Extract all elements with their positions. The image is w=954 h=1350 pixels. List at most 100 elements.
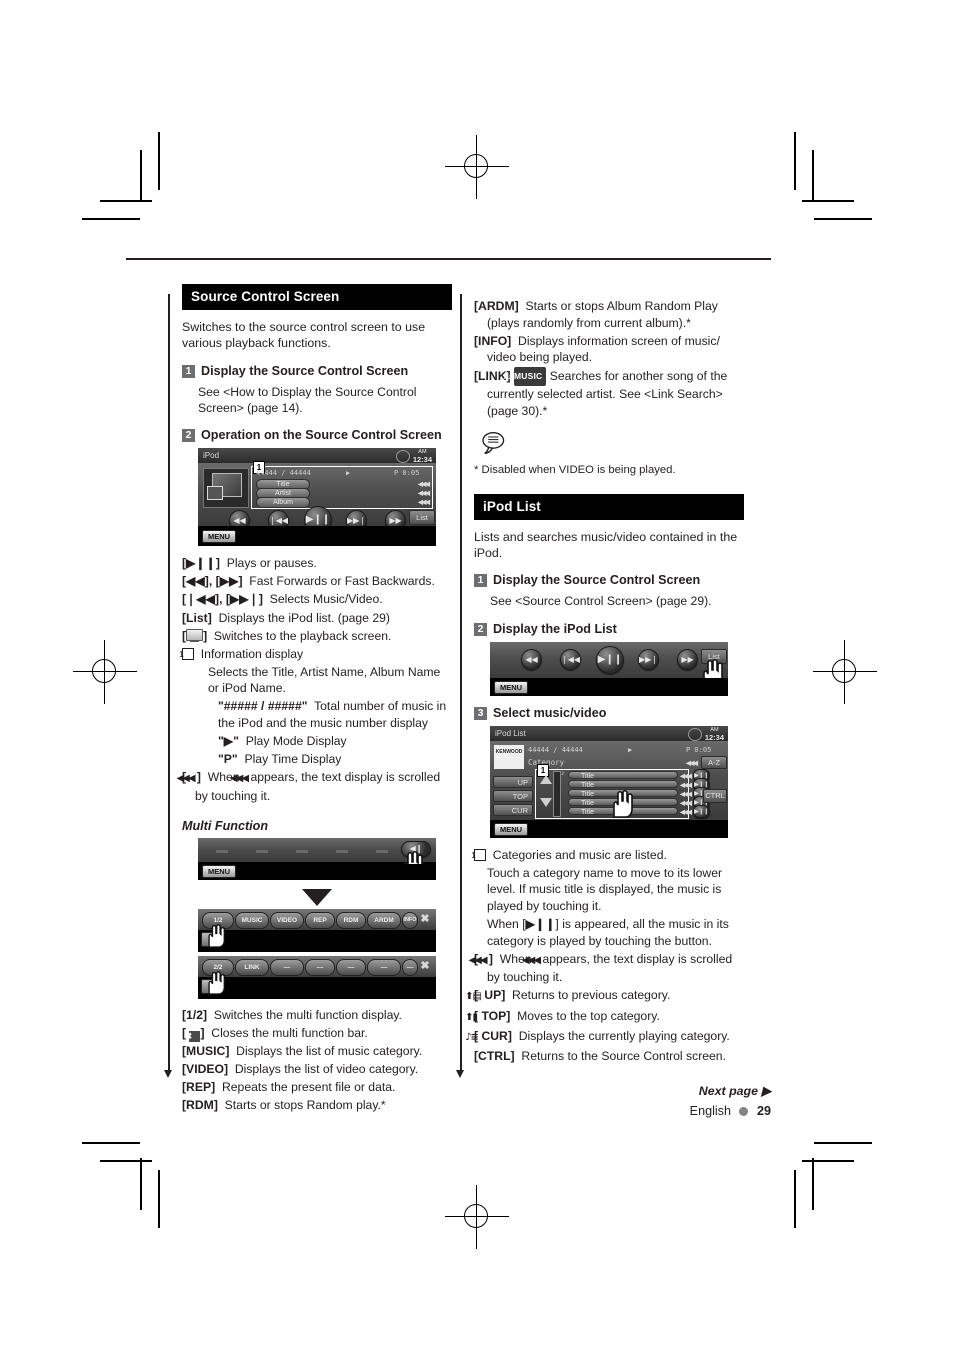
music-badge-icon: ♪♫MUSIC (503, 367, 547, 386)
definition-ardm: [ARDM] Starts or stops Album Random Play… (474, 299, 718, 330)
footnote-video-disabled: * Disabled when VIDEO is being played. (474, 463, 676, 476)
subheading-multi-function: Multi Function (182, 818, 269, 833)
scroll-icon[interactable]: ◀◀◀ (686, 759, 698, 767)
page-number: 29 (756, 1104, 771, 1118)
list-item[interactable]: Title (568, 770, 678, 780)
section-intro-ipod-list: Lists and searches music/video contained… (474, 529, 738, 561)
multi-function-key-definitions: [1/2] Switches the multi function displa… (182, 1007, 452, 1114)
scroll-icon[interactable]: ◀◀◀ (680, 790, 692, 798)
scroll-icon[interactable]: ◀◀◀ (680, 799, 692, 807)
scroll-icon: ◀◀◀ (521, 954, 541, 966)
list-button[interactable]: List (409, 510, 435, 526)
scroll-icon[interactable]: ◀◀◀ (680, 772, 692, 780)
mf-key-video[interactable]: VIDEO (270, 911, 304, 929)
definition-select-music-video: [❘◀◀], [▶▶❘] Selects Music/Video. (182, 592, 383, 607)
definition-music: [MUSIC] Displays the list of music categ… (182, 1044, 423, 1059)
step-3-ipod-list: 3 Select music/video (474, 705, 744, 721)
definition-info: [INFO] Displays information screen of mu… (474, 333, 720, 365)
mf-key-close[interactable]: ✖ (418, 959, 432, 974)
step-number: 3 (474, 706, 487, 720)
definition-rep: [REP] Repeats the present file or data. (182, 1080, 396, 1095)
hand-pointer-icon (208, 923, 225, 948)
fast-backward-button[interactable]: ◀◀ (521, 648, 542, 670)
manual-page: Source Control Screen Switches to the so… (126, 258, 771, 1118)
next-track-button[interactable]: ▶▶❘ (638, 648, 659, 670)
ctrl-button[interactable]: CTRL (703, 788, 727, 803)
section-intro-source-control: Switches to the source control screen to… (182, 320, 426, 351)
dim-row (216, 849, 416, 853)
step-title: Operation on the Source Control Screen (201, 428, 442, 443)
list-item[interactable]: Title (568, 779, 678, 789)
step-title: Display the Source Control Screen (493, 573, 701, 588)
step-title: Select music/video (493, 705, 607, 720)
mf-key-info[interactable]: INFO (402, 911, 418, 929)
mf-key-rdm[interactable]: RDM (336, 911, 366, 929)
mf-key-music[interactable]: MUSIC (235, 911, 269, 929)
screen-icon (186, 628, 204, 642)
definition-link: [LINK] ♪♫MUSIC Searches for another song… (474, 367, 728, 418)
list-scrollbar[interactable] (553, 770, 561, 817)
definition-list: [List] Displays the iPod list. (page 29) (182, 610, 390, 625)
track-counter: 44444 / 44444 (528, 745, 583, 754)
close-icon: ✖ (185, 1030, 201, 1042)
definition-play-pause: [▶❙❙] Plays or pauses. (182, 556, 317, 571)
menu-button[interactable]: MENU (202, 864, 237, 878)
page-footer: Next page ▶ English 29 (690, 1083, 771, 1118)
a-z-button[interactable]: A-Z (701, 755, 727, 769)
mf-key-rep[interactable]: REP (305, 911, 335, 929)
play-time-indicator: P 0:05 (394, 469, 420, 478)
top-button[interactable]: TOP (493, 789, 533, 802)
play-pause-button[interactable]: ▶❙❙ (596, 645, 624, 674)
next-page-arrow-icon: ▶ (761, 1084, 771, 1098)
step-title: Display the Source Control Screen (201, 363, 409, 378)
mf-key-blank[interactable]: — (402, 958, 418, 976)
scroll-down-button[interactable] (540, 797, 552, 807)
mf-key-blank[interactable]: — (336, 958, 366, 976)
left-column: Source Control Screen Switches to the so… (176, 284, 452, 1116)
step-number: 2 (182, 429, 195, 443)
scroll-icon[interactable]: ◀◀◀ (680, 808, 692, 816)
menu-button[interactable]: MENU (494, 822, 529, 836)
mf-key-blank[interactable]: — (367, 958, 401, 976)
cur-button[interactable]: CUR (493, 803, 533, 816)
definition-close-bar: [ ✖] Closes the multi function bar. (182, 1025, 368, 1042)
screenshot-multi-function-trigger: ◀❙ MENU (198, 837, 436, 880)
menu-button[interactable]: MENU (494, 680, 529, 694)
up-button[interactable]: UP (493, 775, 533, 788)
step-number: 1 (474, 574, 487, 588)
definition-play-time: "P" Play Time Display (218, 752, 342, 767)
mf-key-blank[interactable]: — (305, 958, 335, 976)
scroll-icon: ◀◀◀ (229, 773, 249, 785)
globe-icon (688, 727, 702, 741)
bullet-separator-icon (739, 1107, 749, 1116)
scroll-icon[interactable]: ◀◀◀ (680, 781, 692, 789)
mf-key-blank[interactable]: — (270, 958, 304, 976)
callout-number: 1 (179, 647, 194, 660)
screenshot-display-ipod-list: ◀◀ ❘◀◀ ▶❙❙ ▶▶❘ ▶▶ List MENU (490, 641, 728, 696)
crop-mark-top-right (790, 132, 872, 220)
next-page-link[interactable]: Next page ▶ (690, 1083, 771, 1098)
definition-playback-screen: [] Switches to the playback screen. (182, 628, 392, 643)
scroll-icon[interactable]: ◀◀◀ (418, 480, 430, 488)
screenshot-multi-function-bar-2: 2/2 LINK — — — — — ✖ (198, 955, 436, 999)
scroll-icon[interactable]: ◀◀◀ (418, 489, 430, 497)
section-heading-source-control: Source Control Screen (182, 284, 452, 310)
fast-forward-button[interactable]: ▶▶ (677, 648, 698, 670)
scroll-icon: ◀◀◀ (468, 954, 487, 966)
definition-text-scroll: [ ◀◀◀ ] When ◀◀◀ appears, the text displ… (176, 770, 441, 803)
menu-button[interactable]: MENU (202, 530, 237, 544)
step-1-source-control: 1 Display the Source Control Screen (182, 363, 452, 379)
step-number: 1 (182, 364, 195, 378)
mf-key-close[interactable]: ✖ (418, 912, 432, 927)
mf-key-ardm[interactable]: ARDM (367, 911, 401, 929)
mf-key-link[interactable]: LINK (235, 958, 269, 976)
previous-track-button[interactable]: ❘◀◀ (560, 648, 581, 670)
play-category-button[interactable]: ▶❙❙ (693, 804, 710, 818)
definition-cur: [♪≡ CUR] Displays the currently playing … (465, 1028, 730, 1043)
device-source-label: iPod (203, 451, 220, 461)
language-label: English (689, 1104, 731, 1118)
scroll-icon[interactable]: ◀◀◀ (418, 498, 430, 506)
section-heading-ipod-list: iPod List (474, 493, 744, 520)
scroll-up-button[interactable] (540, 774, 552, 784)
registration-mark-top (445, 135, 509, 199)
